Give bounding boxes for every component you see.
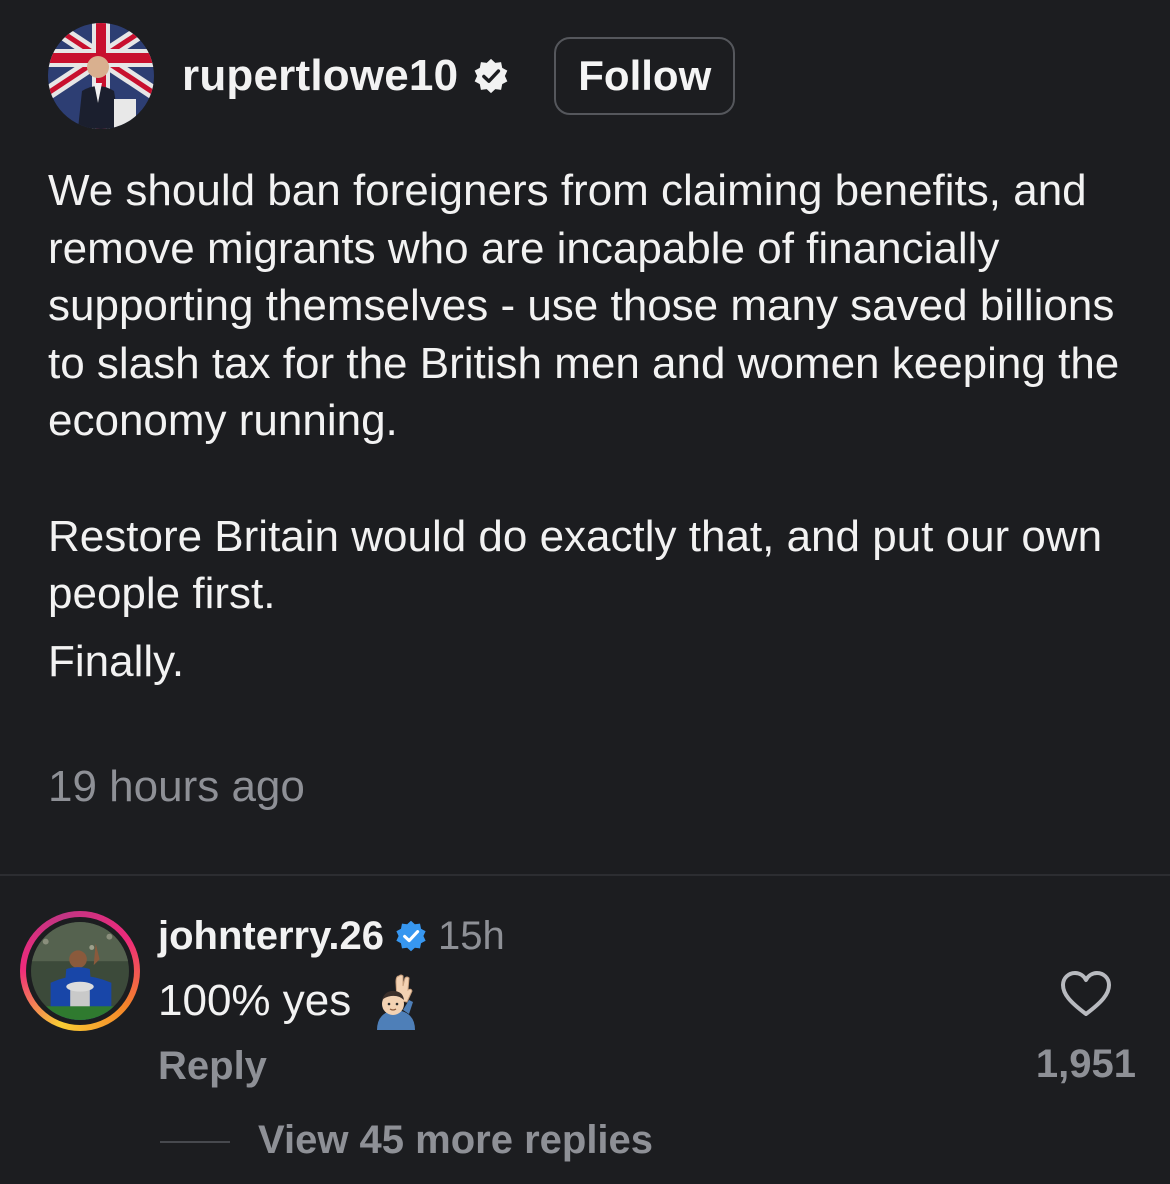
- commenter-avatar[interactable]: [20, 911, 140, 1031]
- post-timestamp: 19 hours ago: [48, 762, 305, 811]
- verified-badge-icon: [394, 919, 428, 953]
- comment-text: 100% yes: [158, 976, 352, 1025]
- replies-divider-line: [160, 1141, 230, 1143]
- caption-paragraph: Restore Britain would do exactly that, a…: [48, 511, 1103, 619]
- divider: [0, 874, 1170, 876]
- comment-text-row: 100% yes: [158, 972, 423, 1030]
- post-header: rupertlowe10 Follow: [48, 22, 736, 130]
- follow-button[interactable]: Follow: [554, 37, 736, 115]
- comment-header: johnterry.26 15h: [158, 910, 505, 962]
- post-caption: We should ban foreigners from claiming b…: [48, 162, 1138, 690]
- heart-outline-icon[interactable]: [1058, 966, 1114, 1022]
- raising-hand-emoji: [369, 972, 423, 1030]
- author-username[interactable]: rupertlowe10: [182, 51, 458, 101]
- comment-time: 15h: [438, 913, 505, 958]
- avatar-ring-gap: [26, 917, 134, 1025]
- commenter-username[interactable]: johnterry.26: [158, 914, 384, 959]
- caption-paragraph: Finally.: [48, 636, 185, 686]
- commenter-avatar-image: [31, 922, 129, 1020]
- caption-paragraph: We should ban foreigners from claiming b…: [48, 166, 1120, 445]
- author-avatar[interactable]: [48, 23, 154, 129]
- view-more-replies-button[interactable]: View 45 more replies: [258, 1118, 653, 1163]
- verified-badge-icon: [472, 57, 510, 95]
- author-avatar-image: [48, 23, 154, 129]
- reply-button[interactable]: Reply: [158, 1044, 267, 1089]
- like-count: 1,951: [1035, 1042, 1136, 1086]
